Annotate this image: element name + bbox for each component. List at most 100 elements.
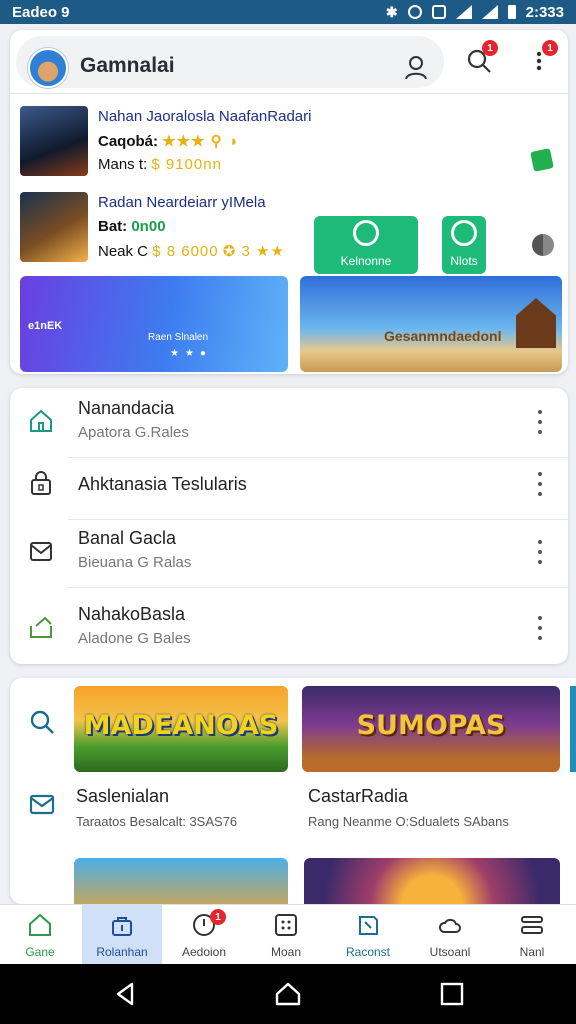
info-icon[interactable] (532, 234, 554, 256)
action-button-kelnonne[interactable]: Kelnonne (314, 216, 418, 274)
game-tile-madeanoas[interactable]: MADEANOAS (74, 686, 288, 772)
cube-icon[interactable] (530, 148, 554, 172)
list-item[interactable]: Ahktanasia Teslularis (10, 450, 568, 520)
promo-banner-2[interactable]: Gesanmndaedonl (300, 276, 562, 372)
status-left-text: Eadeo 9 (12, 3, 70, 21)
game-tile-4[interactable] (304, 858, 560, 904)
nav-label: Gane (25, 945, 55, 959)
next-card-edge (570, 686, 576, 772)
price-value: $ 9100nn (151, 156, 222, 173)
nav-label: Rolanhan (96, 945, 148, 959)
list-item-title: NahakoBasla (78, 604, 186, 624)
mail-icon[interactable] (28, 790, 56, 818)
featured-game-1[interactable]: Nahan Jaoralosla NaafanRadari Caqobá: ★★… (10, 102, 568, 182)
list-item-subtitle: Apatora G.Rales (78, 424, 189, 441)
signal-icon (481, 5, 498, 19)
nav-item-aedoion[interactable]: 1 Aedoion (164, 905, 244, 965)
star-dots-icon: ★★● (170, 348, 212, 359)
bluetooth-icon: ✱ (385, 3, 398, 20)
promo-banner-1[interactable]: e1nEK Raen Slnalen ★★● (20, 276, 288, 372)
game-rating-line: Caqobá: ★★★ ⚲ ◑ (98, 132, 238, 150)
wifi-icon (455, 5, 472, 19)
status-bar: Eadeo 9 ✱ 2:333 (0, 0, 576, 24)
banner-tag: e1nEK (28, 320, 63, 332)
nav-item-utsoanl[interactable]: Utsoanl (410, 905, 490, 965)
mail-icon (30, 542, 52, 561)
tile-name: Saslenialan (76, 786, 170, 806)
avatar[interactable] (28, 48, 68, 88)
list-item[interactable]: Banal Gacla Bieuana G Ralas (10, 518, 568, 588)
game-thumbnail (20, 106, 88, 176)
profile-icon (405, 56, 427, 80)
nav-badge: 1 (210, 909, 226, 925)
recents-icon[interactable] (438, 980, 466, 1008)
list-item-title: Ahktanasia Teslularis (78, 474, 247, 494)
menu-badge: 1 (542, 40, 558, 56)
profile-button[interactable] (399, 50, 433, 84)
nav-label: Nanl (519, 945, 545, 959)
home-nav-icon[interactable] (274, 980, 302, 1008)
list-item-title: Banal Gacla (78, 528, 177, 548)
tile-name: CastarRadia (308, 786, 409, 806)
bottom-nav: Gane Rolanhan 1 Aedoion Moan Raconst Uts… (0, 904, 576, 965)
back-icon[interactable] (112, 980, 140, 1008)
item-menu-icon[interactable] (536, 616, 544, 640)
cloud-icon (438, 918, 461, 933)
game-rating-line: Bat: 0n00 (98, 218, 166, 235)
spiral-icon (353, 220, 379, 246)
nav-label: Aedoion (181, 945, 227, 959)
nav-item-nanl[interactable]: Nanl (492, 905, 572, 965)
list-item[interactable]: Nanandacia Apatora G.Rales (10, 388, 568, 458)
menu-list: Nanandacia Apatora G.Rales Ahktanasia Te… (10, 388, 568, 664)
tile-desc: Taraatos Besalcalt: 3SAS76 (76, 814, 238, 829)
item-menu-icon[interactable] (536, 540, 544, 564)
nav-label: Moan (270, 945, 302, 959)
nav-item-raconst[interactable]: Raconst (328, 905, 408, 965)
nav-label: Raconst (345, 945, 391, 959)
nfc-icon (431, 5, 446, 19)
item-menu-icon[interactable] (536, 472, 544, 496)
rating-stars: ★★★ ⚲ ◑ (162, 133, 238, 150)
list-item[interactable]: NahakoBasla Aladone G Bales (10, 594, 568, 664)
search-icon[interactable] (28, 708, 56, 736)
game-price-line: Mans t: $ 9100nn (98, 156, 222, 173)
share-icon (30, 616, 52, 638)
status-icons: ✱ 2:333 (386, 4, 564, 21)
overflow-menu-button[interactable]: 1 (522, 40, 558, 78)
game-title: Nahan Jaoralosla NaafanRadari (98, 108, 312, 125)
action-button-nlots[interactable]: Nlots (442, 216, 486, 274)
tag-icon (359, 916, 378, 935)
nav-item-rolanhan[interactable]: Rolanhan (82, 905, 162, 965)
featured-card: Gamnalai 1 1 Nahan Jaoralosla NaafanRada… (10, 30, 568, 374)
tile-desc: Rang Neanme O:Sdualets SAbans (308, 814, 509, 829)
grid-icon (275, 914, 297, 936)
game-title: Radan Neardeiarr yIMela (98, 194, 266, 211)
more-vertical-icon (536, 51, 542, 71)
action-label: Kelnonne (340, 254, 392, 268)
leaf-icon (451, 220, 477, 246)
game-tile-sumopas[interactable]: SUMOPAS (302, 686, 560, 772)
battery-icon (507, 5, 516, 19)
price-label: Neak C (98, 243, 149, 260)
nav-item-gane[interactable]: Gane (0, 905, 80, 965)
tile-logo: SUMOPAS (356, 710, 506, 741)
banner-caption: Gesanmndaedonl (384, 328, 502, 344)
menu-icon (521, 916, 543, 934)
nav-item-moan[interactable]: Moan (246, 905, 326, 965)
system-nav-bar (0, 964, 576, 1024)
tile-logo: MADEANOAS (83, 710, 279, 741)
price-label: Mans t: (98, 156, 148, 173)
status-time: 2:333 (525, 3, 564, 21)
search-badge: 1 (482, 40, 498, 56)
game-thumbnail (20, 192, 88, 262)
banner-caption: Raen Slnalen (148, 332, 209, 343)
home-icon (29, 913, 51, 936)
search-bar[interactable]: Gamnalai (16, 36, 444, 88)
search-button[interactable]: 1 (462, 40, 498, 78)
game-tile-3[interactable] (74, 858, 288, 904)
lock-icon (31, 471, 51, 495)
list-item-subtitle: Aladone G Bales (78, 630, 191, 647)
item-menu-icon[interactable] (536, 410, 544, 434)
rating-label: Bat: (98, 218, 128, 235)
action-label: Nlots (450, 254, 478, 268)
